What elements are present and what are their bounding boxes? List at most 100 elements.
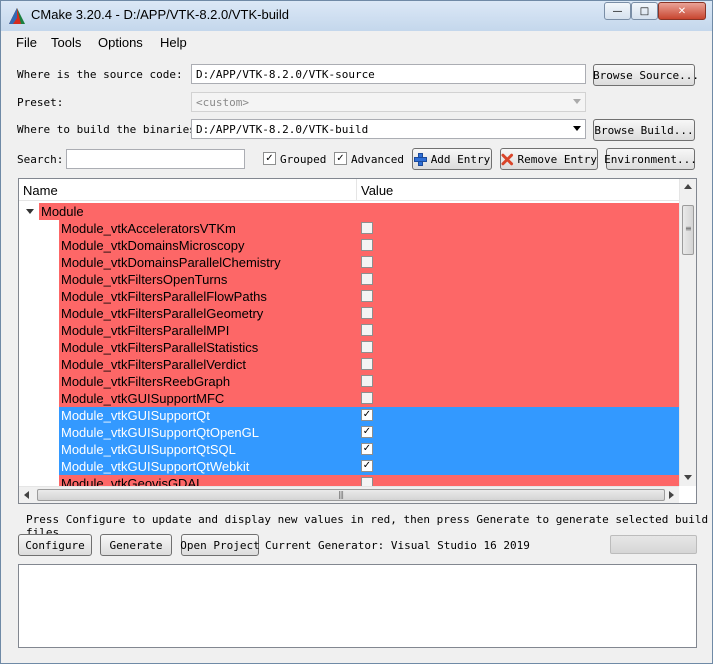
collapse-arrow-icon[interactable] (26, 209, 34, 214)
build-path-dropdown[interactable]: D:/APP/VTK-8.2.0/VTK-build (191, 119, 586, 139)
table-row[interactable]: Module_vtkDomainsParallelChemistry (19, 254, 679, 271)
entry-value-cell (356, 237, 679, 254)
entry-value-cell (356, 254, 679, 271)
table-row[interactable]: Module_vtkFiltersParallelStatistics (19, 339, 679, 356)
entry-checkbox[interactable] (361, 222, 373, 234)
entry-value-cell (356, 356, 679, 373)
preset-label: Preset: (17, 96, 64, 109)
name-column-header[interactable]: Name (23, 183, 58, 198)
group-row-module[interactable]: Module (19, 203, 679, 220)
table-row[interactable]: Module_vtkGUISupportQtWebkit ✓ (19, 458, 679, 475)
entry-checkbox[interactable] (361, 273, 373, 285)
entry-checkbox[interactable] (361, 358, 373, 370)
entry-checkbox[interactable] (361, 290, 373, 302)
scroll-down-arrow-icon[interactable] (684, 475, 692, 480)
progress-bar (610, 535, 697, 554)
minimize-button[interactable]: — (604, 2, 631, 20)
entry-checkbox[interactable] (361, 324, 373, 336)
entry-checkbox[interactable] (361, 256, 373, 268)
environment-button[interactable]: Environment... (604, 148, 697, 170)
cache-tree[interactable]: Name Value Module Module_vtkAccelerators… (18, 178, 697, 504)
menu-bar: File Tools Options Help (1, 31, 712, 54)
entry-name: Module_vtkDomainsMicroscopy (59, 237, 356, 254)
horizontal-scroll-thumb[interactable]: ||| (37, 489, 665, 501)
grouped-checkbox[interactable]: ✓ (263, 152, 276, 165)
cmake-logo-icon (9, 8, 25, 24)
entry-name: Module_vtkFiltersParallelMPI (59, 322, 356, 339)
entry-checkbox[interactable]: ✓ (361, 409, 373, 421)
entry-checkbox[interactable] (361, 392, 373, 404)
entry-checkbox[interactable] (361, 239, 373, 251)
column-divider[interactable] (356, 179, 357, 201)
horizontal-scrollbar[interactable]: ||| (19, 486, 679, 503)
table-row[interactable]: Module_vtkFiltersOpenTurns (19, 271, 679, 288)
menu-options[interactable]: Options (98, 35, 143, 50)
table-row[interactable]: Module_vtkFiltersReebGraph (19, 373, 679, 390)
entry-value-cell: ✓ (356, 458, 679, 475)
plus-icon (413, 152, 427, 166)
configure-button[interactable]: Configure (18, 534, 92, 556)
search-label: Search: (17, 153, 64, 166)
entry-name: Module_vtkFiltersParallelStatistics (59, 339, 356, 356)
entry-name: Module_vtkGUISupportQtOpenGL (59, 424, 356, 441)
chevron-down-icon (573, 99, 581, 104)
add-entry-button[interactable]: Add Entry (412, 148, 492, 170)
source-path-field[interactable]: D:/APP/VTK-8.2.0/VTK-source (191, 64, 586, 84)
value-column-header[interactable]: Value (361, 183, 393, 198)
entry-checkbox[interactable] (361, 341, 373, 353)
table-row[interactable]: Module_vtkFiltersParallelVerdict (19, 356, 679, 373)
menu-tools[interactable]: Tools (51, 35, 81, 50)
table-row[interactable]: Module_vtkGUISupportQtOpenGL ✓ (19, 424, 679, 441)
table-row[interactable]: Module_vtkFiltersParallelFlowPaths (19, 288, 679, 305)
entry-value-cell (356, 339, 679, 356)
menu-help[interactable]: Help (160, 35, 187, 50)
scroll-left-arrow-icon[interactable] (24, 491, 29, 499)
window-title: CMake 3.20.4 - D:/APP/VTK-8.2.0/VTK-buil… (31, 7, 289, 22)
source-label: Where is the source code: (17, 68, 183, 81)
generate-button[interactable]: Generate (100, 534, 172, 556)
menu-file[interactable]: File (16, 35, 37, 50)
close-button[interactable]: ✕ (658, 2, 706, 20)
table-row[interactable]: Module_vtkGUISupportQt ✓ (19, 407, 679, 424)
search-input[interactable] (66, 149, 245, 169)
entry-value-cell (356, 305, 679, 322)
entry-checkbox[interactable]: ✓ (361, 426, 373, 438)
remove-entry-button[interactable]: Remove Entry (500, 148, 598, 170)
vertical-scrollbar[interactable]: ≡ (679, 179, 696, 486)
browse-build-button[interactable]: Browse Build... (593, 119, 695, 141)
entry-checkbox[interactable] (361, 307, 373, 319)
scroll-right-arrow-icon[interactable] (669, 491, 674, 499)
entry-name: Module_vtkFiltersParallelVerdict (59, 356, 356, 373)
table-row[interactable]: Module_vtkGUISupportMFC (19, 390, 679, 407)
table-row[interactable]: Module_vtkAcceleratorsVTKm (19, 220, 679, 237)
vertical-scroll-thumb[interactable]: ≡ (682, 205, 694, 255)
scroll-up-arrow-icon[interactable] (684, 184, 692, 189)
entry-value-cell (356, 322, 679, 339)
table-row[interactable]: Module_vtkDomainsMicroscopy (19, 237, 679, 254)
entry-checkbox[interactable]: ✓ (361, 460, 373, 472)
group-label: Module (39, 203, 356, 220)
browse-source-button[interactable]: Browse Source... (593, 64, 699, 86)
open-project-button[interactable]: Open Project (180, 534, 260, 556)
advanced-checkbox[interactable]: ✓ (334, 152, 347, 165)
entry-checkbox[interactable] (361, 375, 373, 387)
output-log[interactable] (18, 564, 697, 648)
preset-dropdown[interactable]: <custom> (191, 92, 586, 112)
group-value-cell (356, 203, 679, 220)
tree-header: Name Value (19, 179, 679, 201)
entry-value-cell (356, 390, 679, 407)
table-row[interactable]: Module_vtkFiltersParallelGeometry (19, 305, 679, 322)
entry-value-cell: ✓ (356, 424, 679, 441)
table-row[interactable]: Module_vtkFiltersParallelMPI (19, 322, 679, 339)
entry-name: Module_vtkFiltersParallelGeometry (59, 305, 356, 322)
entry-checkbox[interactable]: ✓ (361, 443, 373, 455)
current-generator-text: Current Generator: Visual Studio 16 2019 (265, 539, 530, 552)
entry-name: Module_vtkFiltersParallelFlowPaths (59, 288, 356, 305)
entry-value-cell (356, 288, 679, 305)
build-label: Where to build the binaries: (17, 123, 203, 136)
maximize-button[interactable]: □ (631, 2, 658, 20)
table-row[interactable]: Module_vtkGUISupportQtSQL ✓ (19, 441, 679, 458)
entry-name: Module_vtkGUISupportMFC (59, 390, 356, 407)
entry-name: Module_vtkGUISupportQt (59, 407, 356, 424)
entry-value-cell: ✓ (356, 407, 679, 424)
